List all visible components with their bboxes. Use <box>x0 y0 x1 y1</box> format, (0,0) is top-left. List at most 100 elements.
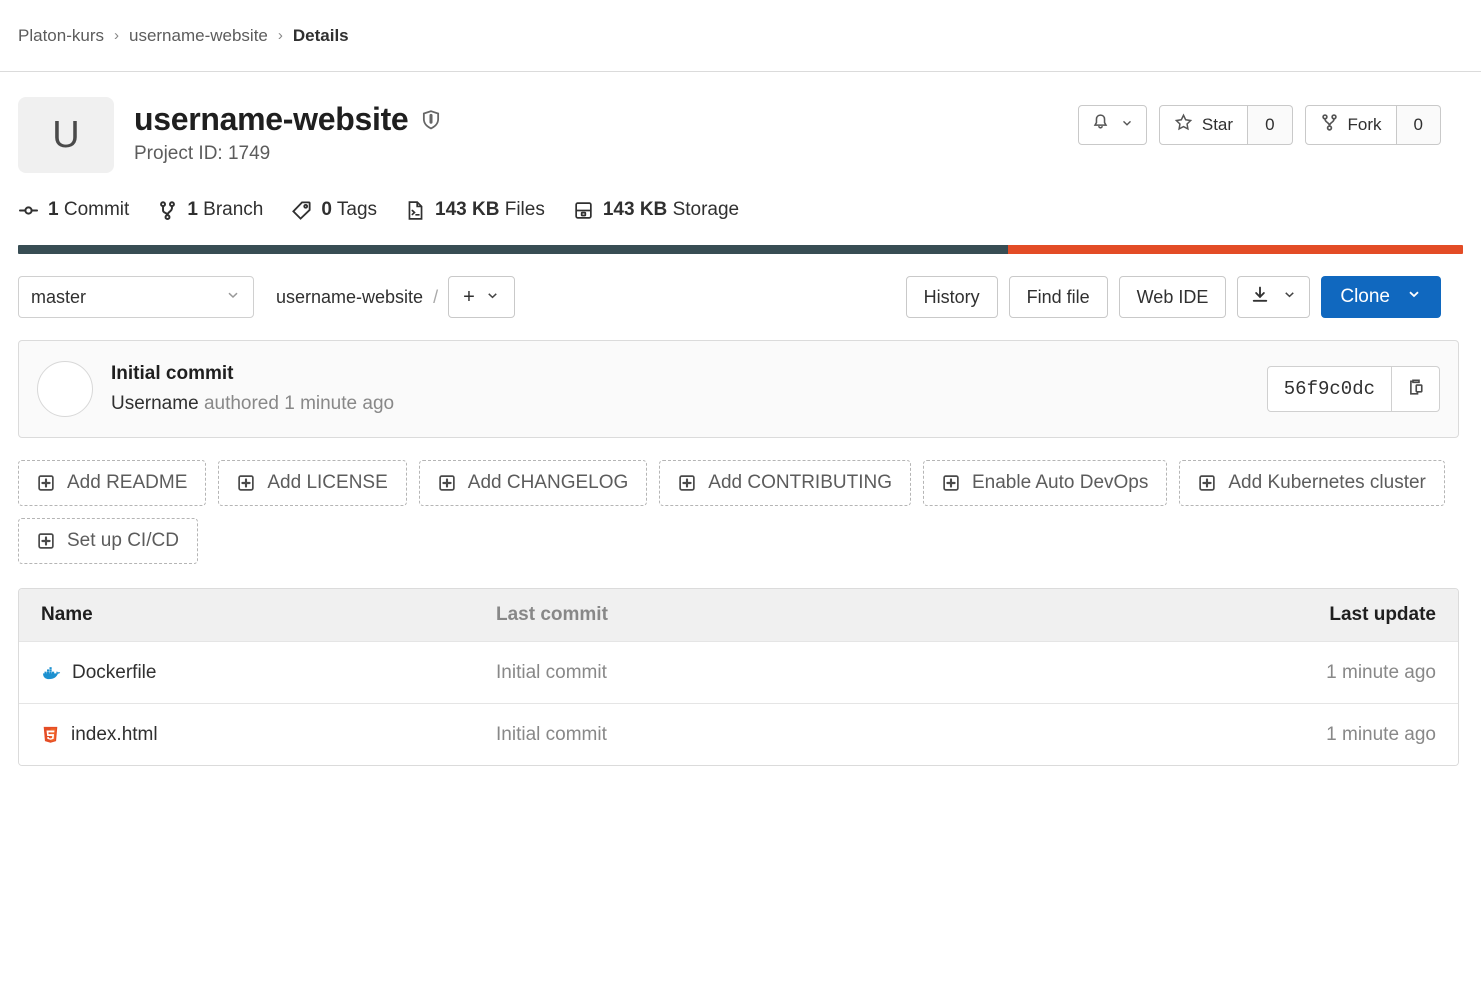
file-table-header: Name Last commit Last update <box>19 589 1458 641</box>
star-label: Star <box>1201 115 1234 134</box>
project-header: U username-website Project ID: 1749 Star… <box>0 72 1481 173</box>
enable-auto-devops-button[interactable]: Enable Auto DevOps <box>922 460 1168 506</box>
storage-icon <box>573 200 594 221</box>
chevron-right-icon: › <box>113 27 119 44</box>
stat-branches-label: Branch <box>203 199 264 220</box>
stat-branches-value: 1 <box>187 199 198 220</box>
file-last-commit[interactable]: Initial commit <box>496 724 1216 746</box>
file-name-cell: Dockerfile <box>41 662 496 684</box>
plus-square-icon <box>438 474 456 492</box>
quick-actions: Add README Add LICENSE Add CHANGELOG Add… <box>18 460 1459 564</box>
fork-button[interactable]: Fork <box>1304 105 1397 145</box>
avatar-letter: U <box>52 113 80 156</box>
add-changelog-button[interactable]: Add CHANGELOG <box>418 460 648 506</box>
commit-icon <box>18 200 39 221</box>
table-row[interactable]: index.html Initial commit 1 minute ago <box>19 703 1458 765</box>
html5-icon <box>41 725 60 744</box>
stat-files[interactable]: 143 KB Files <box>405 199 545 221</box>
add-kubernetes-cluster-button[interactable]: Add Kubernetes cluster <box>1179 460 1445 506</box>
commit-meta: Username authored 1 minute ago <box>111 393 394 415</box>
add-license-button[interactable]: Add LICENSE <box>218 460 407 506</box>
path-crumb-root[interactable]: username-website <box>276 287 423 308</box>
project-identity: username-website Project ID: 1749 <box>134 97 442 165</box>
shield-icon <box>420 109 442 131</box>
language-segment-html[interactable] <box>1007 245 1463 254</box>
set-up-cicd-label: Set up CI/CD <box>67 530 179 551</box>
language-segment-dockerfile[interactable] <box>18 245 1008 254</box>
fork-count[interactable]: 0 <box>1396 105 1441 145</box>
breadcrumb-item-details[interactable]: Details <box>293 26 349 46</box>
plus-square-icon <box>37 474 55 492</box>
commit-info: Initial commit Username authored 1 minut… <box>111 363 394 415</box>
breadcrumb-item-project[interactable]: username-website <box>129 26 268 46</box>
star-icon <box>1174 113 1193 137</box>
file-name-link[interactable]: Dockerfile <box>72 662 156 684</box>
stat-storage-value: 143 KB <box>602 199 668 220</box>
clone-button-label: Clone <box>1340 286 1390 307</box>
column-header-last-commit: Last commit <box>496 604 608 625</box>
web-ide-button[interactable]: Web IDE <box>1118 276 1227 318</box>
path-separator: / <box>433 286 439 307</box>
file-last-update: 1 minute ago <box>1326 661 1436 683</box>
history-button[interactable]: History <box>905 276 998 318</box>
file-name-link[interactable]: index.html <box>71 724 158 746</box>
file-path-breadcrumb: username-website / <box>276 287 438 308</box>
stat-tags[interactable]: 0 Tags <box>291 199 377 221</box>
header-actions: Star 0 Fork 0 <box>1077 97 1463 145</box>
commit-title[interactable]: Initial commit <box>111 363 394 385</box>
clone-button[interactable]: Clone <box>1321 276 1441 318</box>
add-contributing-label: Add CONTRIBUTING <box>708 472 892 493</box>
file-list-table: Name Last commit Last update Dockerfile … <box>18 588 1459 766</box>
chevron-down-icon <box>485 286 500 309</box>
add-kubernetes-cluster-label: Add Kubernetes cluster <box>1228 472 1426 493</box>
commit-author[interactable]: Username <box>111 393 199 414</box>
branch-icon <box>157 200 178 221</box>
project-id-label: Project ID: 1749 <box>134 143 271 164</box>
add-to-repository-button[interactable]: + <box>448 276 515 318</box>
commit-sha-group: 56f9c0dc <box>1266 366 1440 412</box>
find-file-button[interactable]: Find file <box>1008 276 1108 318</box>
stat-branches[interactable]: 1 Branch <box>157 199 263 221</box>
add-readme-button[interactable]: Add README <box>18 460 207 506</box>
project-stats: 1 Commit 1 Branch 0 Tags 143 KB Files 14… <box>0 173 1481 221</box>
repository-toolbar: master username-website / + History Find… <box>0 254 1481 318</box>
branch-selector[interactable]: master <box>18 276 254 318</box>
chevron-down-icon <box>1282 287 1297 307</box>
plus-square-icon <box>237 474 255 492</box>
star-count[interactable]: 0 <box>1248 105 1293 145</box>
table-row[interactable]: Dockerfile Initial commit 1 minute ago <box>19 641 1458 703</box>
add-changelog-label: Add CHANGELOG <box>467 472 629 493</box>
stat-storage[interactable]: 143 KB Storage <box>573 199 739 221</box>
plus-square-icon <box>1198 474 1216 492</box>
stat-commits-label: Commit <box>63 199 130 220</box>
stat-tags-value: 0 <box>321 199 332 220</box>
plus-icon: + <box>463 285 475 308</box>
project-details-page: Platon-kurs › username-website › Details… <box>0 0 1481 1003</box>
stat-files-value: 143 KB <box>435 199 500 220</box>
chevron-down-icon <box>1406 286 1422 308</box>
add-readme-label: Add README <box>67 472 188 493</box>
add-contributing-button[interactable]: Add CONTRIBUTING <box>659 460 911 506</box>
enable-auto-devops-label: Enable Auto DevOps <box>971 472 1149 493</box>
fork-icon <box>1320 113 1339 137</box>
fork-button-group: Fork 0 <box>1304 105 1441 145</box>
bell-icon <box>1091 113 1110 137</box>
chevron-down-icon <box>225 287 241 308</box>
download-button[interactable] <box>1237 276 1311 318</box>
commit-sha[interactable]: 56f9c0dc <box>1266 366 1392 412</box>
copy-sha-button[interactable] <box>1392 366 1440 412</box>
file-last-commit[interactable]: Initial commit <box>496 662 1216 684</box>
fork-label: Fork <box>1347 115 1382 134</box>
language-bar <box>18 245 1463 254</box>
set-up-cicd-button[interactable]: Set up CI/CD <box>18 518 198 564</box>
plus-square-icon <box>678 474 696 492</box>
notification-button[interactable] <box>1077 105 1147 145</box>
branch-selector-label: master <box>31 286 87 307</box>
breadcrumb-item-group[interactable]: Platon-kurs <box>18 26 104 46</box>
stat-commits[interactable]: 1 Commit <box>18 199 129 221</box>
clipboard-icon <box>1406 377 1426 402</box>
star-button[interactable]: Star <box>1158 105 1249 145</box>
stat-storage-label: Storage <box>672 199 740 220</box>
file-last-update: 1 minute ago <box>1326 723 1436 745</box>
breadcrumb: Platon-kurs › username-website › Details <box>0 0 1481 72</box>
